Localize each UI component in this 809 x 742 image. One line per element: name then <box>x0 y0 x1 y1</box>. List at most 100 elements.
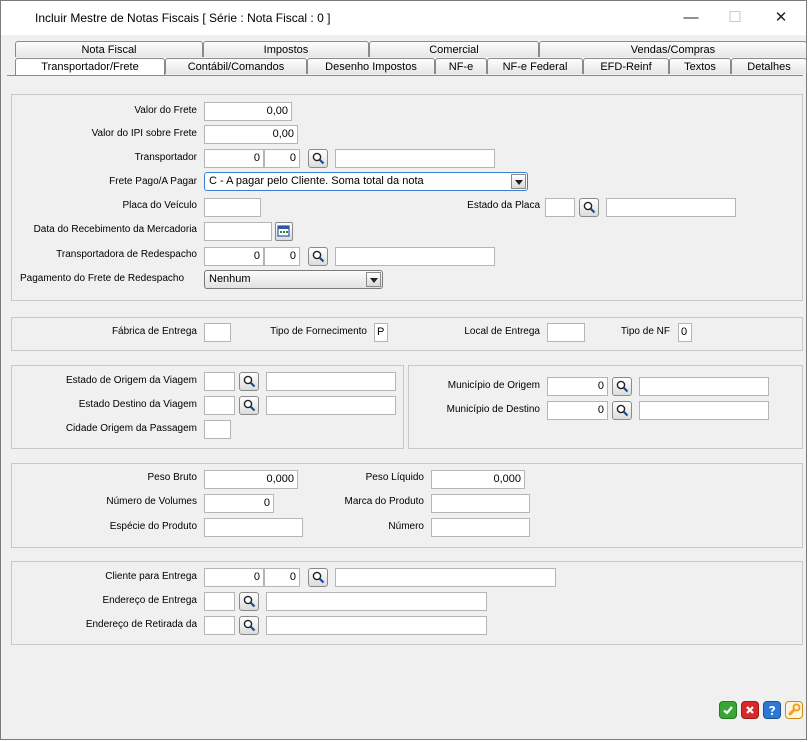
peso-liquido-label: Peso Líquido <box>365 472 424 483</box>
cliente-code1-input[interactable]: 0 <box>204 568 264 587</box>
marca-input[interactable] <box>431 494 530 513</box>
municipio-origem-name-input[interactable] <box>639 377 769 396</box>
endereco-entrega-input[interactable] <box>204 592 235 611</box>
frete-pago-select[interactable]: C - A pagar pelo Cliente. Soma total da … <box>204 172 528 191</box>
help-button[interactable] <box>763 701 781 719</box>
search-icon[interactable] <box>239 592 259 611</box>
transportador-name-input[interactable] <box>335 149 495 168</box>
title-bar: Incluir Mestre de Notas Fiscais [ Série … <box>1 1 806 35</box>
local-entrega-label: Local de Entrega <box>464 326 540 337</box>
tools-button[interactable] <box>785 701 803 719</box>
valor-frete-input[interactable]: 0,00 <box>204 102 292 121</box>
cliente-name-input[interactable] <box>335 568 556 587</box>
search-icon[interactable] <box>579 198 599 217</box>
transp-redespacho-code2-input[interactable]: 0 <box>264 247 300 266</box>
cancel-button[interactable] <box>741 701 759 719</box>
valor-ipi-input[interactable]: 0,00 <box>204 125 298 144</box>
tab-contabil-comandos[interactable]: Contábil/Comandos <box>165 58 307 74</box>
num-volumes-label: Número de Volumes <box>106 496 197 507</box>
peso-liquido-input[interactable]: 0,000 <box>431 470 525 489</box>
dialog-window: Incluir Mestre de Notas Fiscais [ Série … <box>0 0 807 740</box>
cliente-entrega-label: Cliente para Entrega <box>105 571 197 582</box>
close-button[interactable]: ✕ <box>767 7 795 29</box>
tab-efd-reinf[interactable]: EFD-Reinf <box>583 58 669 74</box>
help-icon <box>769 705 776 716</box>
search-icon[interactable] <box>239 396 259 415</box>
search-icon[interactable] <box>612 401 632 420</box>
transp-redespacho-code1-input[interactable]: 0 <box>204 247 264 266</box>
endereco-retirada-label: Endereço de Retirada da <box>85 619 197 630</box>
peso-bruto-input[interactable]: 0,000 <box>204 470 298 489</box>
tab-desenho-impostos[interactable]: Desenho Impostos <box>307 58 435 74</box>
pagamento-redespacho-value: Nenhum <box>209 273 251 285</box>
placa-input[interactable] <box>204 198 261 217</box>
valor-ipi-label: Valor do IPI sobre Frete <box>91 128 197 139</box>
estado-destino-input[interactable] <box>204 396 235 415</box>
search-icon[interactable] <box>239 372 259 391</box>
search-icon[interactable] <box>308 149 328 168</box>
frete-pago-label: Frete Pago/A Pagar <box>109 176 197 187</box>
valor-frete-label: Valor do Frete <box>134 105 197 116</box>
tab-transportador-frete[interactable]: Transportador/Frete <box>15 58 165 76</box>
search-icon[interactable] <box>308 568 328 587</box>
tab-nota-fiscal[interactable]: Nota Fiscal <box>15 41 203 57</box>
endereco-entrega-desc-input[interactable] <box>266 592 487 611</box>
estado-origem-name-input[interactable] <box>266 372 396 391</box>
endereco-entrega-label: Endereço de Entrega <box>102 595 197 606</box>
especie-label: Espécie do Produto <box>109 521 197 532</box>
search-icon[interactable] <box>612 377 632 396</box>
marca-label: Marca do Produto <box>344 496 425 507</box>
minimize-button[interactable]: — <box>677 7 705 29</box>
fabrica-label: Fábrica de Entrega <box>111 326 197 337</box>
maximize-button[interactable]: ☐ <box>721 7 749 29</box>
municipio-destino-input[interactable]: 0 <box>547 401 608 420</box>
numero-label: Número <box>388 521 424 532</box>
estado-placa-label: Estado da Placa <box>467 200 540 211</box>
local-entrega-input[interactable] <box>547 323 585 342</box>
especie-input[interactable] <box>204 518 303 537</box>
tab-vendas-compras[interactable]: Vendas/Compras <box>539 41 807 57</box>
fabrica-input[interactable] <box>204 323 231 342</box>
tipo-fornecimento-input[interactable]: P <box>374 323 388 342</box>
pagamento-redespacho-label: Pagamento do Frete de Redespacho <box>20 273 184 284</box>
estado-destino-name-input[interactable] <box>266 396 396 415</box>
estado-placa-name-input[interactable] <box>606 198 736 217</box>
ok-button[interactable] <box>719 701 737 719</box>
cliente-code2-input[interactable]: 0 <box>264 568 300 587</box>
peso-bruto-label: Peso Bruto <box>147 472 197 483</box>
transportador-code1-input[interactable]: 0 <box>204 149 264 168</box>
data-recebimento-input[interactable] <box>204 222 272 241</box>
tab-nfe-federal[interactable]: NF-e Federal <box>487 58 583 74</box>
tipo-nf-input[interactable]: 0 <box>678 323 692 342</box>
municipio-destino-label: Município de Destino <box>446 404 540 415</box>
municipio-destino-name-input[interactable] <box>639 401 769 420</box>
cidade-passagem-label: Cidade Origem da Passagem <box>65 423 197 434</box>
num-volumes-input[interactable]: 0 <box>204 494 274 513</box>
tab-nfe[interactable]: NF-e <box>435 58 487 74</box>
endereco-retirada-input[interactable] <box>204 616 235 635</box>
search-icon[interactable] <box>308 247 328 266</box>
chevron-down-icon[interactable] <box>366 272 381 287</box>
placa-label: Placa do Veículo <box>122 200 198 211</box>
endereco-retirada-desc-input[interactable] <box>266 616 487 635</box>
chevron-down-icon[interactable] <box>511 174 526 189</box>
municipio-origem-input[interactable]: 0 <box>547 377 608 396</box>
estado-placa-input[interactable] <box>545 198 575 217</box>
search-icon[interactable] <box>239 616 259 635</box>
tab-textos[interactable]: Textos <box>669 58 731 74</box>
numero-input[interactable] <box>431 518 530 537</box>
window-title: Incluir Mestre de Notas Fiscais [ Série … <box>35 11 331 25</box>
transportador-label: Transportador <box>134 152 197 163</box>
calendar-icon[interactable] <box>275 222 293 241</box>
tipo-fornecimento-label: Tipo de Fornecimento <box>270 326 367 337</box>
cidade-passagem-input[interactable] <box>204 420 231 439</box>
municipio-origem-label: Município de Origem <box>447 380 540 391</box>
estado-origem-input[interactable] <box>204 372 235 391</box>
frete-pago-value: C - A pagar pelo Cliente. Soma total da … <box>209 175 424 187</box>
tab-detalhes[interactable]: Detalhes <box>731 58 807 74</box>
tab-impostos[interactable]: Impostos <box>203 41 369 57</box>
transportador-code2-input[interactable]: 0 <box>264 149 300 168</box>
transp-redespacho-name-input[interactable] <box>335 247 495 266</box>
pagamento-redespacho-select[interactable]: Nenhum <box>204 270 383 289</box>
tab-comercial[interactable]: Comercial <box>369 41 539 57</box>
